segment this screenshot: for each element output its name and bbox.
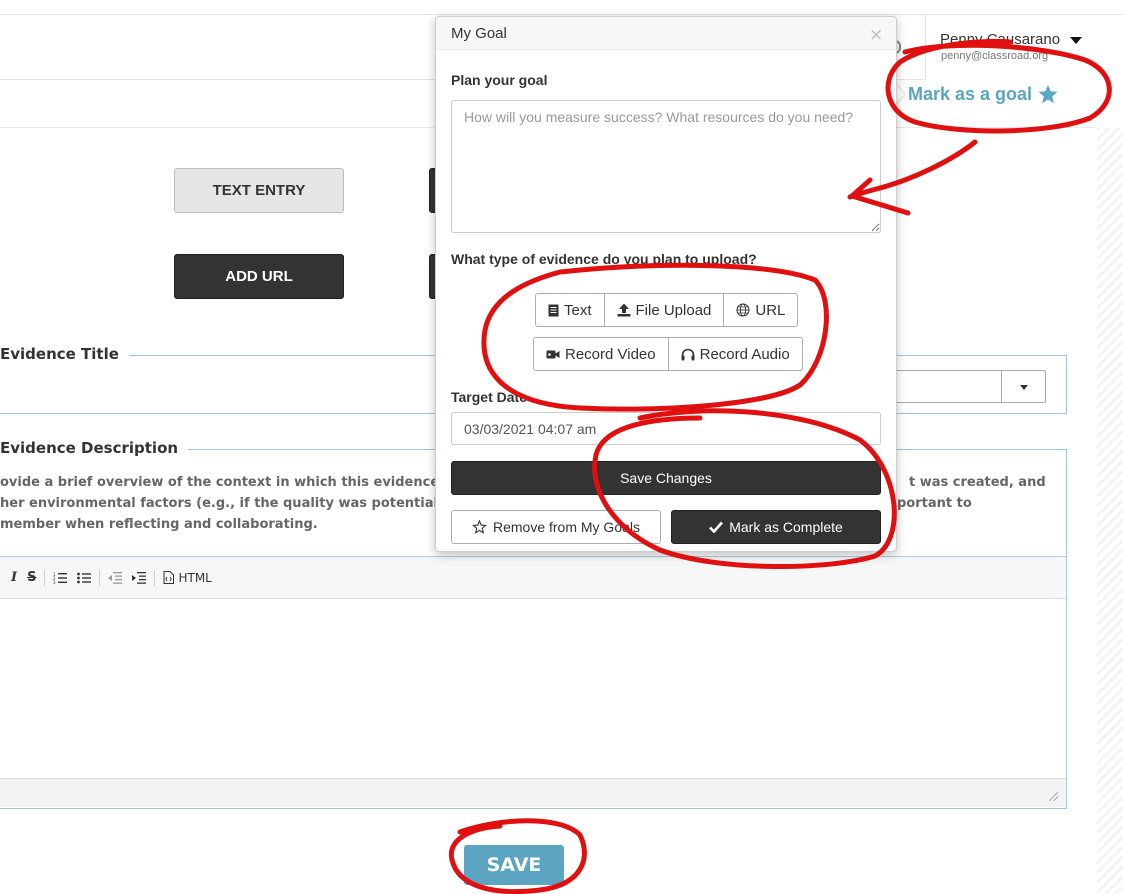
- hatched-scroll-strip: [1097, 128, 1123, 894]
- ordered-list-icon[interactable]: 123: [53, 572, 68, 584]
- star-outline-icon: [472, 520, 487, 534]
- star-icon: [1038, 84, 1058, 103]
- resize-grip-icon[interactable]: [1049, 792, 1058, 801]
- rich-text-editor[interactable]: I S 123 HTML: [0, 556, 1067, 807]
- description-help-line-2: her environmental factors (e.g., if the …: [0, 496, 451, 511]
- text-entry-button[interactable]: TEXT ENTRY: [174, 168, 344, 213]
- html-source-label: HTML: [178, 570, 212, 585]
- document-icon: [548, 304, 559, 316]
- indent-icon[interactable]: [132, 571, 147, 584]
- evidence-type-group-1: Text File Upload URL: [535, 293, 799, 327]
- code-file-icon: [163, 571, 175, 584]
- plan-goal-textarea[interactable]: [451, 100, 881, 233]
- upload-icon: [617, 303, 631, 317]
- caret-down-icon[interactable]: [1070, 37, 1082, 44]
- target-date-label: Target Date: [451, 389, 527, 405]
- italic-button[interactable]: I: [11, 570, 17, 585]
- evidence-text-button[interactable]: Text: [535, 293, 605, 327]
- mark-complete-label: Mark as Complete: [729, 519, 843, 535]
- evidence-file-upload-button[interactable]: File Upload: [603, 293, 725, 327]
- modal-title: My Goal: [451, 25, 507, 42]
- add-url-button[interactable]: ADD URL: [174, 254, 344, 299]
- evidence-record-audio-button[interactable]: Record Audio: [667, 337, 803, 371]
- user-email: penny@classroad.org: [941, 50, 1049, 62]
- toolbar-separator: [44, 569, 46, 586]
- save-changes-button[interactable]: Save Changes: [451, 461, 881, 495]
- outdent-icon[interactable]: [108, 571, 123, 584]
- evidence-url-label: URL: [755, 301, 786, 319]
- select-divider: [1001, 371, 1002, 402]
- save-button[interactable]: SAVE: [464, 845, 564, 885]
- evidence-url-button[interactable]: URL: [723, 293, 799, 327]
- strikethrough-button[interactable]: S: [27, 570, 36, 585]
- modal-header: My Goal ×: [436, 17, 896, 50]
- evidence-category-select[interactable]: [880, 370, 1046, 403]
- mark-as-goal-button[interactable]: Mark as a goal: [895, 80, 1058, 108]
- my-goal-modal: My Goal × Plan your goal What type of ev…: [435, 16, 897, 552]
- mark-complete-button[interactable]: Mark as Complete: [671, 510, 881, 544]
- evidence-type-group-2: Record Video Record Audio: [533, 337, 803, 371]
- svg-text:3: 3: [53, 580, 56, 584]
- popover-notch: [895, 82, 906, 106]
- html-source-button[interactable]: HTML: [163, 570, 212, 585]
- description-help-line-2-end: portant to: [897, 496, 972, 511]
- check-icon: [709, 521, 724, 533]
- title-fieldset-border-right: [896, 355, 1067, 356]
- plan-goal-label: Plan your goal: [451, 72, 548, 88]
- editor-status-bar: [0, 778, 1066, 807]
- evidence-record-audio-label: Record Audio: [699, 345, 790, 363]
- evidence-record-video-button[interactable]: Record Video: [533, 337, 669, 371]
- close-icon[interactable]: ×: [869, 25, 883, 45]
- globe-icon: [736, 303, 750, 317]
- evidence-file-upload-label: File Upload: [635, 301, 712, 319]
- description-help-line-1: ovide a brief overview of the context in…: [0, 475, 456, 490]
- mark-as-goal-label: Mark as a goal: [908, 83, 1033, 104]
- toolbar-separator: [154, 569, 156, 586]
- description-help-line-1-end: t was created, and: [909, 475, 1046, 490]
- headphones-icon: [681, 348, 695, 360]
- description-help-line-3: member when reflecting and collaborating…: [0, 517, 318, 532]
- evidence-record-video-label: Record Video: [565, 345, 656, 363]
- user-name[interactable]: Penny Causarano: [940, 31, 1060, 48]
- unordered-list-icon[interactable]: [77, 572, 92, 584]
- remove-goal-label: Remove from My Goals: [492, 519, 641, 535]
- evidence-type-label: What type of evidence do you plan to upl…: [451, 251, 757, 267]
- target-date-input[interactable]: [451, 412, 881, 445]
- video-camera-icon: [546, 350, 560, 358]
- remove-goal-button[interactable]: Remove from My Goals: [451, 510, 661, 544]
- editor-toolbar: I S 123 HTML: [0, 557, 1066, 599]
- evidence-text-label: Text: [564, 301, 592, 319]
- chevron-down-icon: [1020, 385, 1028, 390]
- toolbar-separator: [99, 569, 101, 586]
- page-root: Penny Causarano penny@classroad.org Mark…: [0, 0, 1123, 894]
